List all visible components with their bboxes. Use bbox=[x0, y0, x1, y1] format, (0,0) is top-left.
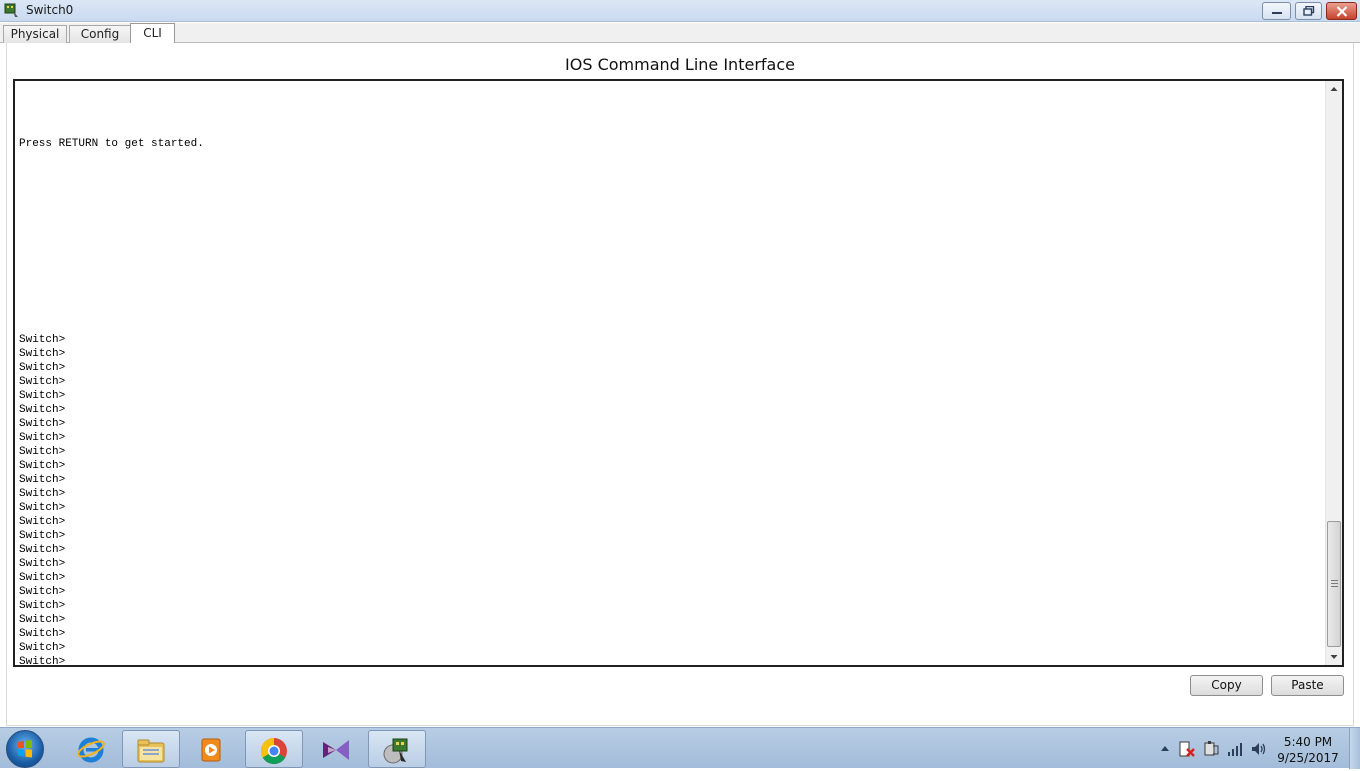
cli-terminal[interactable]: Press RETURN to get started. Switch> Switc… bbox=[13, 79, 1344, 667]
window-title: Switch0 bbox=[26, 3, 74, 17]
terminal-line: Switch> bbox=[19, 418, 66, 430]
terminal-line: Switch> bbox=[19, 544, 66, 556]
tab-bar: Physical Config CLI bbox=[0, 23, 1360, 45]
taskbar-media-player[interactable] bbox=[183, 730, 241, 768]
media-player-icon bbox=[201, 738, 221, 762]
terminal-line: Switch> bbox=[19, 642, 66, 654]
taskbar-ie[interactable] bbox=[62, 730, 120, 768]
terminal-line: Switch> bbox=[19, 362, 66, 374]
cli-panel: IOS Command Line Interface Press RETURN … bbox=[0, 43, 1360, 727]
start-button[interactable] bbox=[6, 730, 44, 768]
terminal-line: Switch> bbox=[19, 614, 66, 626]
terminal-line: Switch> bbox=[19, 334, 66, 346]
terminal-line: Switch> bbox=[19, 460, 66, 472]
taskbar-packet-tracer[interactable] bbox=[368, 730, 426, 768]
terminal-line: Switch> bbox=[19, 348, 66, 360]
scroll-up-icon[interactable] bbox=[1326, 81, 1342, 97]
terminal-line: Switch> bbox=[19, 446, 66, 458]
clock-date[interactable]: 9/25/2017 bbox=[1276, 751, 1340, 765]
close-icon bbox=[1336, 6, 1347, 17]
terminal-line: Switch> bbox=[19, 502, 66, 514]
minimize-icon bbox=[1271, 12, 1282, 14]
terminal-line: Press RETURN to get started. bbox=[19, 138, 204, 150]
terminal-line: Switch> bbox=[19, 516, 66, 528]
restore-button[interactable] bbox=[1295, 2, 1322, 20]
terminal-line: Switch> bbox=[19, 628, 66, 640]
scroll-down-icon[interactable] bbox=[1326, 649, 1342, 665]
terminal-line: Switch> bbox=[19, 376, 66, 388]
power-icon[interactable] bbox=[1202, 740, 1220, 758]
taskbar-visual-studio[interactable] bbox=[307, 730, 365, 768]
scroll-thumb[interactable] bbox=[1327, 521, 1341, 647]
terminal-line: Switch> bbox=[19, 558, 66, 570]
terminal-line: Switch> bbox=[19, 530, 66, 542]
terminal-line: Switch> bbox=[19, 586, 66, 598]
tab-physical[interactable]: Physical bbox=[3, 25, 67, 44]
terminal-line: Switch> bbox=[19, 432, 66, 444]
terminal-line: Switch> bbox=[19, 404, 66, 416]
terminal-line: Switch> bbox=[19, 600, 66, 612]
file-explorer-icon bbox=[137, 739, 165, 763]
paste-button[interactable]: Paste bbox=[1271, 675, 1344, 696]
grip-icon bbox=[1331, 580, 1338, 589]
tab-config[interactable]: Config bbox=[69, 25, 131, 44]
action-center-icon[interactable] bbox=[1178, 740, 1196, 758]
terminal-line: Switch> bbox=[19, 488, 66, 500]
internet-explorer-icon bbox=[77, 737, 105, 763]
terminal-output[interactable]: Press RETURN to get started. Switch> Switc… bbox=[19, 81, 1319, 667]
taskbar-chrome[interactable] bbox=[245, 730, 303, 768]
terminal-scrollbar[interactable] bbox=[1325, 81, 1342, 665]
windows-logo-icon bbox=[18, 740, 32, 758]
packet-tracer-icon bbox=[383, 738, 408, 764]
show-desktop-button[interactable] bbox=[1349, 728, 1360, 769]
volume-icon[interactable] bbox=[1250, 740, 1268, 758]
panel-title: IOS Command Line Interface bbox=[565, 55, 795, 74]
network-icon[interactable] bbox=[1226, 740, 1244, 758]
tab-cli[interactable]: CLI bbox=[130, 23, 175, 45]
title-bar[interactable]: Switch0 bbox=[0, 0, 1360, 22]
visual-studio-icon bbox=[323, 740, 349, 760]
switch-app-icon bbox=[4, 3, 18, 17]
show-hidden-icons-icon[interactable] bbox=[1156, 740, 1174, 758]
clock-time[interactable]: 5:40 PM bbox=[1276, 735, 1340, 749]
taskbar-explorer[interactable] bbox=[122, 730, 180, 768]
terminal-line: Switch> bbox=[19, 572, 66, 584]
minimize-button[interactable] bbox=[1262, 2, 1291, 20]
chrome-icon bbox=[260, 737, 287, 765]
copy-button[interactable]: Copy bbox=[1190, 675, 1263, 696]
restore-icon bbox=[1302, 6, 1314, 16]
close-button[interactable] bbox=[1326, 2, 1357, 20]
terminal-line: Switch> bbox=[19, 656, 66, 667]
taskbar: 5:40 PM 9/25/2017 bbox=[0, 727, 1360, 769]
terminal-line: Switch> bbox=[19, 390, 66, 402]
terminal-line: Switch> bbox=[19, 474, 66, 486]
